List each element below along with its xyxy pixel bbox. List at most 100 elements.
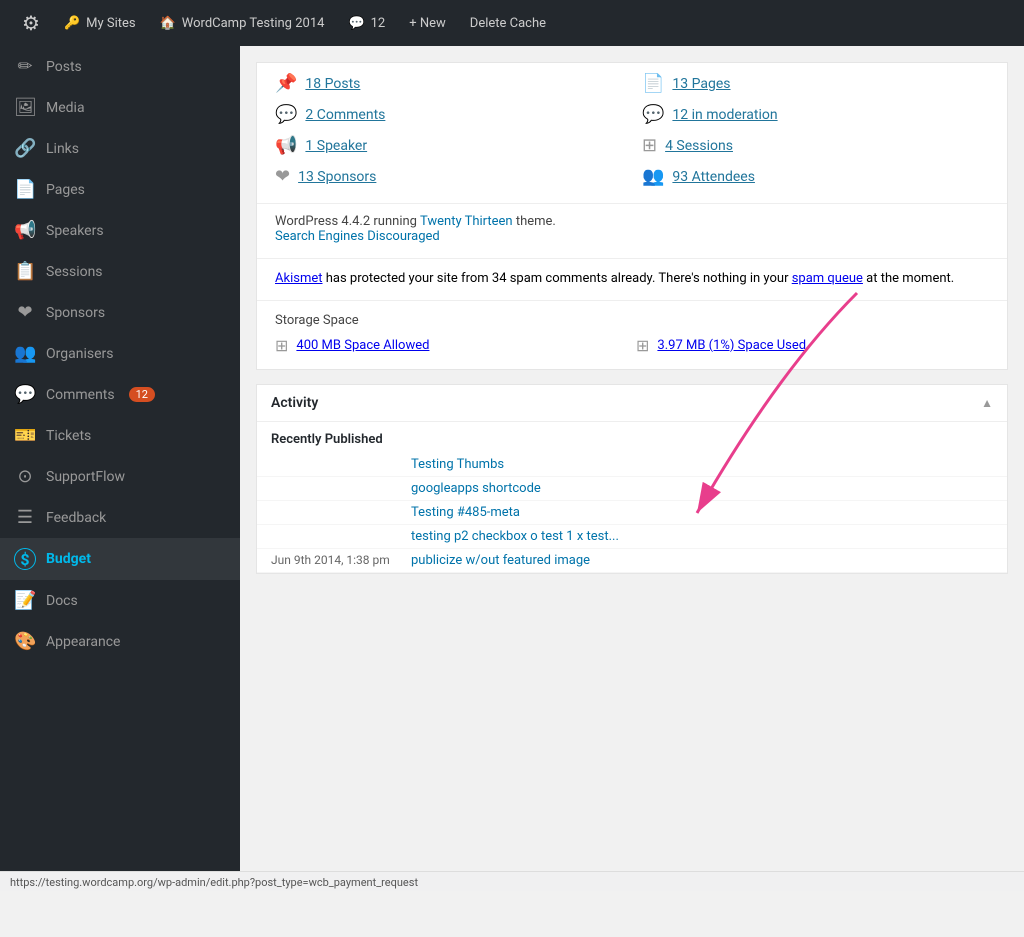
- admin-bar: ⚙ 🔑 My Sites 🏠 WordCamp Testing 2014 💬 1…: [0, 0, 1024, 46]
- akismet-text: has protected your site from 34 spam com…: [326, 271, 792, 286]
- activity-body: Testing Thumbs googleapps shortcode Test…: [257, 453, 1007, 573]
- sidebar-item-feedback[interactable]: ☰ Feedback: [0, 497, 240, 538]
- akismet-section: Akismet has protected your site from 34 …: [257, 258, 1007, 300]
- activity-link[interactable]: Testing #485-meta: [411, 505, 520, 520]
- site-name-label: WordCamp Testing 2014: [182, 16, 325, 31]
- akismet-link[interactable]: Akismet: [275, 271, 323, 286]
- activity-link[interactable]: googleapps shortcode: [411, 481, 541, 496]
- sidebar-item-tickets[interactable]: 🎫 Tickets: [0, 415, 240, 456]
- activity-widget-header[interactable]: Activity ▲: [257, 385, 1007, 422]
- comments-button[interactable]: 💬 12: [338, 0, 395, 46]
- storage-used-link[interactable]: 3.97 MB (1%) Space Used: [657, 338, 806, 353]
- stat-attendees[interactable]: 👥 93 Attendees: [642, 166, 989, 187]
- akismet-suffix: at the moment.: [866, 271, 954, 286]
- speakers-icon: 📢: [14, 220, 36, 241]
- stat-moderation[interactable]: 💬 12 in moderation: [642, 104, 989, 125]
- sidebar-item-label: Pages: [46, 182, 85, 198]
- site-name-button[interactable]: 🏠 WordCamp Testing 2014: [150, 0, 335, 46]
- speaker-stat-icon: 📢: [275, 135, 297, 156]
- comments-stat-icon: 💬: [275, 104, 297, 125]
- stat-sessions[interactable]: ⊞ 4 Sessions: [642, 135, 989, 156]
- wp-info: WordPress 4.4.2 running Twenty Thirteen …: [257, 203, 1007, 258]
- storage-section: Storage Space ⊞ 400 MB Space Allowed ⊞ 3…: [257, 300, 1007, 369]
- theme-suffix: theme.: [516, 214, 556, 229]
- sidebar-item-label: Budget: [46, 551, 91, 567]
- sidebar-item-comments[interactable]: 💬 Comments 12: [0, 374, 240, 415]
- pages-count[interactable]: 13 Pages: [672, 76, 730, 92]
- sidebar-item-pages[interactable]: 📄 Pages: [0, 169, 240, 210]
- wp-logo-button[interactable]: ⚙: [12, 0, 50, 46]
- storage-grid: ⊞ 400 MB Space Allowed ⊞ 3.97 MB (1%) Sp…: [275, 336, 989, 355]
- status-url: https://testing.wordcamp.org/wp-admin/ed…: [10, 876, 418, 889]
- sidebar-item-organisers[interactable]: 👥 Organisers: [0, 333, 240, 374]
- my-sites-button[interactable]: 🔑 My Sites: [54, 0, 146, 46]
- activity-link[interactable]: testing p2 checkbox o test 1 x test...: [411, 529, 619, 544]
- sidebar-item-label: Links: [46, 141, 79, 157]
- activity-row: Testing #485-meta: [257, 501, 1007, 525]
- stat-sponsors[interactable]: ❤ 13 Sponsors: [275, 166, 622, 187]
- stat-posts[interactable]: 📌 18 Posts: [275, 73, 622, 94]
- activity-title: Activity: [271, 395, 318, 411]
- sidebar-item-docs[interactable]: 📝 Docs: [0, 580, 240, 621]
- new-label: + New: [409, 16, 446, 31]
- attendees-count[interactable]: 93 Attendees: [672, 169, 755, 185]
- activity-row: Testing Thumbs: [257, 453, 1007, 477]
- comments-badge: 12: [129, 387, 155, 402]
- attendees-stat-icon: 👥: [642, 166, 664, 187]
- stat-comments[interactable]: 💬 2 Comments: [275, 104, 622, 125]
- site-icon: 🏠: [160, 16, 176, 31]
- sidebar-item-sessions[interactable]: 📋 Sessions: [0, 251, 240, 292]
- spam-queue-link[interactable]: spam queue: [792, 271, 863, 286]
- sponsors-count[interactable]: 13 Sponsors: [298, 169, 376, 185]
- comments-count-stat[interactable]: 2 Comments: [305, 107, 385, 123]
- delete-cache-button[interactable]: Delete Cache: [460, 0, 556, 46]
- supportflow-icon: ⊙: [14, 466, 36, 487]
- sidebar-item-supportflow[interactable]: ⊙ SupportFlow: [0, 456, 240, 497]
- recently-published-title: Recently Published: [257, 422, 1007, 453]
- comments-icon: 💬: [348, 16, 364, 31]
- stat-speaker[interactable]: 📢 1 Speaker: [275, 135, 622, 156]
- storage-title: Storage Space: [275, 313, 989, 328]
- budget-icon: $: [14, 548, 36, 570]
- main-content: 📌 18 Posts 📄 13 Pages 💬 2 Comments 💬 12 …: [240, 46, 1024, 891]
- sidebar-item-label: Docs: [46, 593, 78, 609]
- activity-date: Jun 9th 2014, 1:38 pm: [271, 553, 411, 568]
- theme-link[interactable]: Twenty Thirteen: [420, 214, 513, 229]
- sponsors-icon: ❤: [14, 302, 36, 323]
- my-sites-label: My Sites: [86, 16, 135, 31]
- sidebar-item-label: Organisers: [46, 346, 113, 362]
- stats-grid: 📌 18 Posts 📄 13 Pages 💬 2 Comments 💬 12 …: [257, 63, 1007, 203]
- storage-allowed-link[interactable]: 400 MB Space Allowed: [296, 338, 429, 353]
- sidebar-item-appearance[interactable]: 🎨 Appearance: [0, 621, 240, 662]
- sidebar-item-links[interactable]: 🔗 Links: [0, 128, 240, 169]
- new-button[interactable]: + New: [399, 0, 456, 46]
- sessions-count[interactable]: 4 Sessions: [665, 138, 733, 154]
- search-engines-link[interactable]: Search Engines Discouraged: [275, 229, 440, 244]
- media-icon: 🖼: [14, 97, 36, 118]
- collapse-icon[interactable]: ▲: [981, 396, 993, 410]
- wp-info-text: WordPress 4.4.2 running: [275, 214, 417, 229]
- tickets-icon: 🎫: [14, 425, 36, 446]
- sidebar-item-posts[interactable]: ✏ Posts: [0, 46, 240, 87]
- speaker-count[interactable]: 1 Speaker: [305, 138, 367, 154]
- moderation-stat-icon: 💬: [642, 104, 664, 125]
- stat-pages[interactable]: 📄 13 Pages: [642, 73, 989, 94]
- sidebar-item-speakers[interactable]: 📢 Speakers: [0, 210, 240, 251]
- stats-widget: 📌 18 Posts 📄 13 Pages 💬 2 Comments 💬 12 …: [256, 62, 1008, 370]
- sidebar-item-sponsors[interactable]: ❤ Sponsors: [0, 292, 240, 333]
- sidebar-item-label: Posts: [46, 59, 82, 75]
- delete-cache-label: Delete Cache: [470, 16, 546, 31]
- activity-link[interactable]: publicize w/out featured image: [411, 553, 590, 568]
- wp-logo-icon: ⚙: [22, 11, 40, 35]
- posts-count[interactable]: 18 Posts: [305, 76, 360, 92]
- sidebar-item-label: Feedback: [46, 510, 106, 526]
- moderation-count[interactable]: 12 in moderation: [672, 107, 777, 123]
- storage-allowed: ⊞ 400 MB Space Allowed: [275, 336, 628, 355]
- activity-link[interactable]: Testing Thumbs: [411, 457, 504, 472]
- statusbar: https://testing.wordcamp.org/wp-admin/ed…: [0, 871, 1024, 891]
- activity-row: Jun 9th 2014, 1:38 pm publicize w/out fe…: [257, 549, 1007, 573]
- activity-row: testing p2 checkbox o test 1 x test...: [257, 525, 1007, 549]
- sidebar-item-budget[interactable]: $ Budget: [0, 538, 240, 580]
- my-sites-icon: 🔑: [64, 16, 80, 31]
- sidebar-item-media[interactable]: 🖼 Media: [0, 87, 240, 128]
